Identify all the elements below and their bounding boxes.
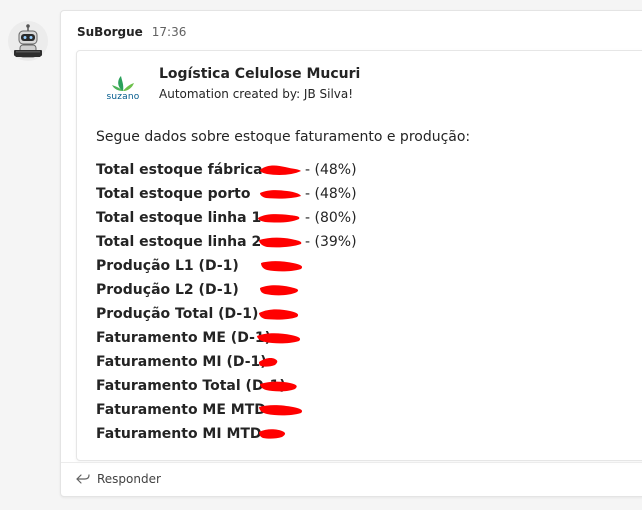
data-row: Faturamento MI MTD bbox=[96, 422, 516, 446]
redaction-mark bbox=[259, 237, 302, 248]
reply-arrow-icon bbox=[76, 474, 90, 484]
redaction-mark bbox=[261, 261, 303, 272]
row-label: Faturamento ME MTD bbox=[96, 402, 266, 418]
redaction-mark bbox=[259, 405, 303, 416]
sender-name[interactable]: SuBorgue bbox=[77, 25, 143, 39]
row-label: Faturamento ME (D-1) bbox=[96, 330, 272, 346]
suzano-logo: suzano bbox=[101, 75, 145, 105]
row-percentage: - (39%) bbox=[305, 234, 357, 250]
row-label: Total estoque fábrica bbox=[96, 162, 263, 178]
card-title: Logística Celulose Mucuri bbox=[159, 66, 361, 82]
data-row: Total estoque linha 1 - (80%) bbox=[96, 206, 516, 230]
data-row: Produção L1 (D-1) bbox=[96, 254, 516, 278]
data-row: Total estoque porto - (48%) bbox=[96, 182, 516, 206]
redaction-mark bbox=[260, 381, 297, 392]
row-percentage: - (80%) bbox=[305, 210, 357, 226]
chat-message[interactable]: SuBorgue 17:36 suzano Logística Celulose … bbox=[60, 10, 642, 497]
bot-avatar[interactable] bbox=[8, 21, 48, 61]
message-timestamp: 17:36 bbox=[151, 25, 187, 39]
leaf-icon bbox=[112, 76, 134, 91]
row-label: Total estoque linha 1 bbox=[96, 210, 262, 226]
data-row: Faturamento ME (D-1) bbox=[96, 326, 516, 350]
row-label: Faturamento MI MTD bbox=[96, 426, 262, 442]
card-subtitle: Automation created by: JB Silva! bbox=[159, 87, 354, 101]
reply-button[interactable]: Responder bbox=[97, 471, 161, 487]
redaction-mark bbox=[260, 165, 301, 175]
message-header: SuBorgue 17:36 bbox=[77, 24, 186, 40]
row-label: Produção L1 (D-1) bbox=[96, 258, 239, 274]
data-row: Total estoque linha 2 - (39%) bbox=[96, 230, 516, 254]
robot-avatar-icon bbox=[8, 21, 48, 61]
adaptive-card: suzano Logística Celulose Mucuri Automat… bbox=[76, 50, 642, 461]
data-row: Faturamento Total (D-1) bbox=[96, 374, 516, 398]
redaction-mark bbox=[258, 214, 300, 223]
data-list: Total estoque fábrica - (48%) Total esto… bbox=[96, 158, 516, 446]
data-row: Produção L2 (D-1) bbox=[96, 278, 516, 302]
row-percentage: - (48%) bbox=[305, 162, 357, 178]
row-percentage: - (48%) bbox=[305, 186, 357, 202]
reply-bar[interactable]: Responder bbox=[61, 462, 642, 496]
row-label: Total estoque porto bbox=[96, 186, 251, 202]
data-row: Total estoque fábrica - (48%) bbox=[96, 158, 516, 182]
logo-wordmark: suzano bbox=[106, 92, 140, 102]
row-label: Faturamento MI (D-1) bbox=[96, 354, 267, 370]
redaction-mark bbox=[260, 190, 301, 199]
redaction-mark bbox=[260, 285, 299, 296]
row-label: Produção Total (D-1) bbox=[96, 306, 259, 322]
redaction-mark bbox=[259, 309, 299, 320]
data-row: Faturamento ME MTD bbox=[96, 398, 516, 422]
redaction-mark bbox=[257, 333, 301, 344]
data-row: Faturamento MI (D-1) bbox=[96, 350, 516, 374]
data-row: Produção Total (D-1) bbox=[96, 302, 516, 326]
row-label: Total estoque linha 2 bbox=[96, 234, 262, 250]
redaction-mark bbox=[259, 358, 278, 367]
row-label: Produção L2 (D-1) bbox=[96, 282, 239, 298]
redaction-mark bbox=[259, 429, 286, 439]
intro-text: Segue dados sobre estoque faturamento e … bbox=[96, 129, 471, 145]
